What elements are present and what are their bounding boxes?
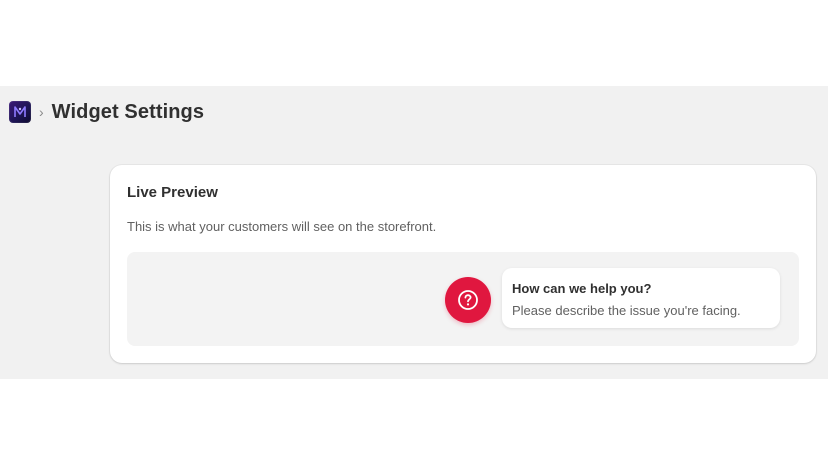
question-mark-icon bbox=[458, 290, 478, 310]
help-message-bubble[interactable]: How can we help you? Please describe the… bbox=[502, 268, 780, 328]
bubble-title: How can we help you? bbox=[512, 281, 652, 296]
card-description: This is what your customers will see on … bbox=[127, 219, 437, 234]
page-title: Widget Settings bbox=[51, 100, 205, 123]
breadcrumb-separator: › bbox=[39, 104, 44, 120]
widget-preview-area: How can we help you? Please describe the… bbox=[127, 252, 799, 346]
app-logo-icon[interactable] bbox=[9, 101, 31, 123]
app-frame: › Widget Settings Live Preview This is w… bbox=[0, 86, 828, 379]
card-title: Live Preview bbox=[127, 184, 218, 201]
page-header: › Widget Settings bbox=[9, 100, 204, 124]
bubble-text: Please describe the issue you're facing. bbox=[512, 303, 741, 318]
help-launcher-button[interactable] bbox=[445, 277, 491, 323]
live-preview-card: Live Preview This is what your customers… bbox=[110, 165, 816, 363]
